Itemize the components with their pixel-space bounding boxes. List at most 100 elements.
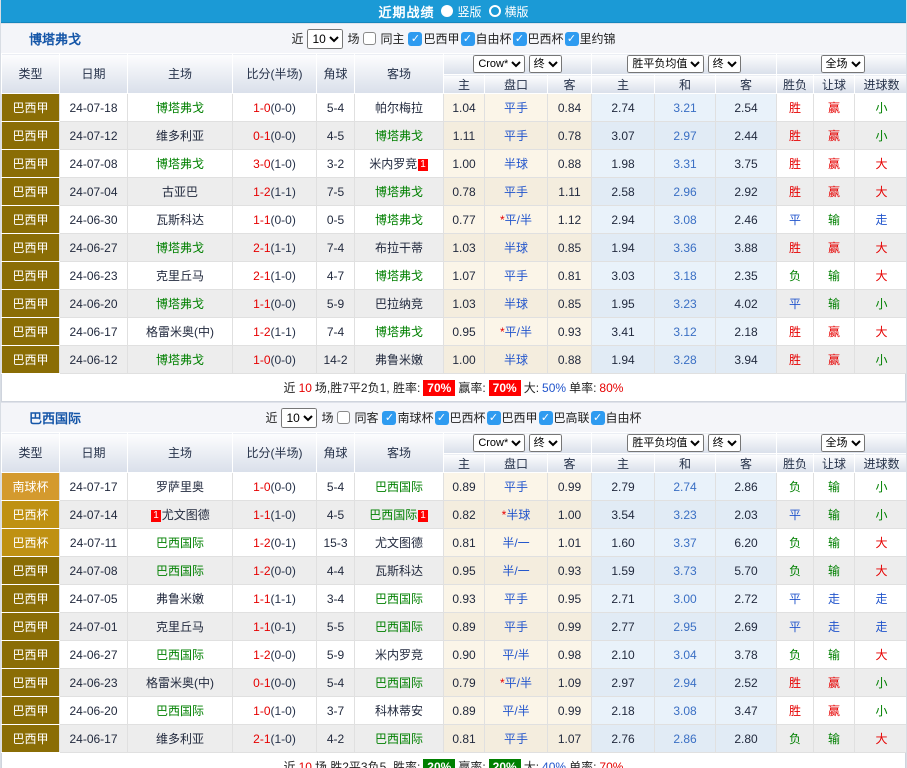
league-checkbox[interactable]: ✓ [513,32,527,46]
odds-away: 0.93 [548,557,592,585]
avg-draw: 2.86 [655,725,716,753]
scope-select[interactable]: 全场 [821,55,865,73]
away-team: 博塔弗戈 [355,178,444,206]
avg-draw-value: 3.08 [673,213,696,227]
col-type: 类型 [2,54,60,94]
summary-record: 场,胜2平3负5, 胜率: [315,758,420,768]
odds-final-select[interactable]: 终 [529,434,562,452]
score-cell: 2-1(1-0) [233,262,317,290]
radio-unselected-icon[interactable] [489,5,501,17]
near-games-select[interactable]: 10 [307,29,343,49]
col-home: 主场 [128,433,233,473]
radio-vertical-label: 竖版 [457,3,481,20]
league-checkbox[interactable]: ✓ [435,411,449,425]
same-side-checkbox[interactable] [363,32,376,45]
odds-home: 1.00 [444,346,485,374]
match-type-cell: 巴西甲 [2,697,60,725]
away-team: 巴拉纳竞 [355,290,444,318]
avg-draw: 2.94 [655,669,716,697]
summary-lead: 近 [284,379,296,396]
near-games-select[interactable]: 10 [281,408,317,428]
avg-away: 3.75 [716,150,777,178]
corner-cell: 4-5 [317,501,355,529]
score-cell: 1-1(0-1) [233,613,317,641]
match-type-cell: 巴西甲 [2,613,60,641]
same-side-checkbox[interactable] [337,411,350,424]
col-avg-away: 客 [716,75,777,94]
away-team: 尤文图德 [355,529,444,557]
away-team-name: 米内罗竞 [375,648,423,662]
avg-away: 2.86 [716,473,777,501]
avg-home: 2.10 [592,641,655,669]
radio-selected-icon[interactable] [441,5,453,17]
home-team: 罗萨里奥 [128,473,233,501]
table-row: 巴西甲24-06-20巴西国际1-0(1-0)3-7科林蒂安0.89平/半0.9… [2,697,907,725]
col-corner: 角球 [317,433,355,473]
half-score: (0-1) [271,536,296,550]
avg-final-select[interactable]: 终 [708,434,741,452]
avg-type-select[interactable]: 胜平负均值 [627,55,704,73]
summary-lead: 近 [284,758,296,768]
league-checkbox[interactable]: ✓ [408,32,422,46]
score-cell: 2-1(1-1) [233,234,317,262]
avg-group-header: 胜平负均值 终 [592,54,777,75]
layout-radio-vertical[interactable]: 竖版 [441,3,481,20]
home-team: 巴西国际 [128,557,233,585]
full-score: 2-1 [253,241,270,255]
avg-away: 2.46 [716,206,777,234]
table-row: 巴西甲24-06-17维多利亚2-1(1-0)4-2巴西国际0.81平手1.07… [2,725,907,753]
layout-radio-horizontal[interactable]: 横版 [489,3,529,20]
away-team: 巴西国际 [355,473,444,501]
col-away: 客场 [355,433,444,473]
summary-handicap-label: 赢率: [458,758,485,768]
odds-company-select[interactable]: Crow* [473,434,525,452]
away-team: 科林蒂安 [355,697,444,725]
table-row: 巴西甲24-06-30瓦斯科达1-1(0-0)0-5博塔弗戈0.77*平/半1.… [2,206,907,234]
corner-cell: 5-9 [317,290,355,318]
table-row: 巴西杯24-07-11巴西国际1-2(0-1)15-3尤文图德0.81半/一1.… [2,529,907,557]
home-team: 古亚巴 [128,178,233,206]
avg-draw: 3.23 [655,290,716,318]
avg-home: 2.77 [592,613,655,641]
handicap-cell: 平手 [485,262,548,290]
league-checkbox[interactable]: ✓ [565,32,579,46]
match-table: 类型 日期 主场 比分(半场) 角球 客场 Crow* 终 胜平负均值 终 [1,432,907,753]
result-goals: 大 [855,557,907,585]
handicap-cell: 平/半 [485,697,548,725]
avg-type-select[interactable]: 胜平负均值 [627,434,704,452]
home-team-name: 格雷米奥(中) [146,676,214,690]
avg-home: 1.94 [592,234,655,262]
league-checkbox[interactable]: ✓ [382,411,396,425]
league-checkbox[interactable]: ✓ [487,411,501,425]
home-team-name: 博塔弗戈 [156,101,204,115]
score-cell: 1-1(1-1) [233,585,317,613]
odds-away: 0.99 [548,613,592,641]
odds-company-select[interactable]: Crow* [473,55,525,73]
avg-away: 2.54 [716,94,777,122]
col-avg-away: 客 [716,454,777,473]
handicap-cell: 平手 [485,725,548,753]
league-checkbox[interactable]: ✓ [461,32,475,46]
odds-final-select[interactable]: 终 [529,55,562,73]
league-checkbox[interactable]: ✓ [539,411,553,425]
odds-home: 1.04 [444,94,485,122]
result-handicap: 赢 [814,94,855,122]
scope-select[interactable]: 全场 [821,434,865,452]
away-team-name: 巴西国际 [375,592,423,606]
match-date: 24-06-30 [60,206,128,234]
match-date: 24-06-20 [60,290,128,318]
home-team-name: 维多利亚 [156,732,204,746]
league-checkbox[interactable]: ✓ [591,411,605,425]
section-summary: 近10场,胜2平3负5, 胜率: 20% 赢率: 20% 大:40% 单率:70… [1,753,906,768]
full-score: 1-1 [253,508,270,522]
score-cell: 1-0(0-0) [233,473,317,501]
section-filter-row: 巴西国际 近 10 场 同客 ✓南球杯✓巴西杯✓巴西甲✓巴高联✓自由杯 [1,402,906,432]
league-label: 自由杯 [476,30,512,47]
result-goals: 走 [855,206,907,234]
avg-final-select[interactable]: 终 [708,55,741,73]
result-wdl: 胜 [777,669,814,697]
result-handicap: 输 [814,501,855,529]
result-goals: 大 [855,178,907,206]
full-score: 1-0 [253,704,270,718]
half-score: (0-0) [271,101,296,115]
